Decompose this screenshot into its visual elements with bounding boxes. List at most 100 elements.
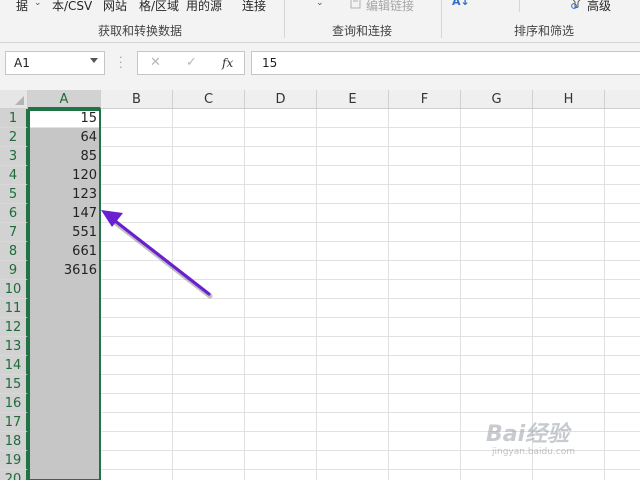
cell-d3[interactable] xyxy=(245,147,317,166)
cell-b15[interactable] xyxy=(101,375,173,394)
row-header-11[interactable]: 11 xyxy=(0,299,28,318)
from-table-range-button[interactable]: 格/区域 xyxy=(139,0,179,14)
cell-c20[interactable] xyxy=(173,470,245,480)
sort-az-icon[interactable]: A↓ xyxy=(452,0,470,8)
row-header-15[interactable]: 15 xyxy=(0,375,28,394)
cell-d16[interactable] xyxy=(245,394,317,413)
cell-f10[interactable] xyxy=(389,280,461,299)
cell-b16[interactable] xyxy=(101,394,173,413)
cell-a3[interactable]: 85 xyxy=(28,147,101,166)
cell-e20[interactable] xyxy=(317,470,389,480)
row-header-9[interactable]: 9 xyxy=(0,261,28,280)
cell-b17[interactable] xyxy=(101,413,173,432)
cell-b14[interactable] xyxy=(101,356,173,375)
cell-d15[interactable] xyxy=(245,375,317,394)
cell-d10[interactable] xyxy=(245,280,317,299)
cell-e13[interactable] xyxy=(317,337,389,356)
cell-b6[interactable] xyxy=(101,204,173,223)
column-header-c[interactable]: C xyxy=(173,90,245,109)
cell-e2[interactable] xyxy=(317,128,389,147)
cell-d6[interactable] xyxy=(245,204,317,223)
cell-d14[interactable] xyxy=(245,356,317,375)
cell-b9[interactable] xyxy=(101,261,173,280)
cell-f15[interactable] xyxy=(389,375,461,394)
cell-i6[interactable] xyxy=(605,204,640,223)
cell-e16[interactable] xyxy=(317,394,389,413)
cell-f5[interactable] xyxy=(389,185,461,204)
row-header-16[interactable]: 16 xyxy=(0,394,28,413)
cell-i20[interactable] xyxy=(605,470,640,480)
cell-a14[interactable] xyxy=(28,356,101,375)
row-header-3[interactable]: 3 xyxy=(0,147,28,166)
cell-f6[interactable] xyxy=(389,204,461,223)
cell-a12[interactable] xyxy=(28,318,101,337)
cell-b8[interactable] xyxy=(101,242,173,261)
cell-b13[interactable] xyxy=(101,337,173,356)
cell-c8[interactable] xyxy=(173,242,245,261)
cell-c15[interactable] xyxy=(173,375,245,394)
cell-b18[interactable] xyxy=(101,432,173,451)
row-header-10[interactable]: 10 xyxy=(0,280,28,299)
cell-c2[interactable] xyxy=(173,128,245,147)
cell-c7[interactable] xyxy=(173,223,245,242)
cell-b11[interactable] xyxy=(101,299,173,318)
cell-f7[interactable] xyxy=(389,223,461,242)
column-header-d[interactable]: D xyxy=(245,90,317,109)
cell-a1[interactable]: 15 xyxy=(28,109,101,128)
cell-a19[interactable] xyxy=(28,451,101,470)
cell-i1[interactable] xyxy=(605,109,640,128)
cell-c1[interactable] xyxy=(173,109,245,128)
cell-g10[interactable] xyxy=(461,280,533,299)
cell-e11[interactable] xyxy=(317,299,389,318)
enter-icon[interactable]: ✓ xyxy=(186,55,197,70)
cell-a20[interactable] xyxy=(28,470,101,480)
cell-g2[interactable] xyxy=(461,128,533,147)
cell-e9[interactable] xyxy=(317,261,389,280)
cell-g12[interactable] xyxy=(461,318,533,337)
cell-h13[interactable] xyxy=(533,337,605,356)
cell-c10[interactable] xyxy=(173,280,245,299)
chevron-down-icon[interactable]: ⌄ xyxy=(316,0,324,8)
cell-d9[interactable] xyxy=(245,261,317,280)
cell-d1[interactable] xyxy=(245,109,317,128)
cell-d17[interactable] xyxy=(245,413,317,432)
cell-d19[interactable] xyxy=(245,451,317,470)
cell-b4[interactable] xyxy=(101,166,173,185)
cell-f19[interactable] xyxy=(389,451,461,470)
cell-a6[interactable]: 147 xyxy=(28,204,101,223)
cell-e1[interactable] xyxy=(317,109,389,128)
cell-g9[interactable] xyxy=(461,261,533,280)
row-header-14[interactable]: 14 xyxy=(0,356,28,375)
from-web-button[interactable]: 网站 xyxy=(103,0,127,14)
cell-c17[interactable] xyxy=(173,413,245,432)
column-header-b[interactable]: B xyxy=(101,90,173,109)
cell-d5[interactable] xyxy=(245,185,317,204)
from-text-csv-button[interactable]: 本/CSV xyxy=(52,0,92,14)
cell-a10[interactable] xyxy=(28,280,101,299)
chevron-down-icon[interactable]: ⌄ xyxy=(34,0,42,8)
cell-b10[interactable] xyxy=(101,280,173,299)
column-header-h[interactable]: H xyxy=(533,90,605,109)
cell-e5[interactable] xyxy=(317,185,389,204)
row-header-6[interactable]: 6 xyxy=(0,204,28,223)
cell-h14[interactable] xyxy=(533,356,605,375)
cell-g13[interactable] xyxy=(461,337,533,356)
cell-c9[interactable] xyxy=(173,261,245,280)
cell-f11[interactable] xyxy=(389,299,461,318)
cell-d2[interactable] xyxy=(245,128,317,147)
cell-g4[interactable] xyxy=(461,166,533,185)
chevron-down-icon[interactable] xyxy=(90,58,98,63)
row-header-1[interactable]: 1 xyxy=(0,109,28,128)
row-header-17[interactable]: 17 xyxy=(0,413,28,432)
cell-a16[interactable] xyxy=(28,394,101,413)
cell-g20[interactable] xyxy=(461,470,533,480)
cell-d13[interactable] xyxy=(245,337,317,356)
cell-h20[interactable] xyxy=(533,470,605,480)
cell-f9[interactable] xyxy=(389,261,461,280)
cell-f4[interactable] xyxy=(389,166,461,185)
cell-i12[interactable] xyxy=(605,318,640,337)
cell-e3[interactable] xyxy=(317,147,389,166)
cell-i4[interactable] xyxy=(605,166,640,185)
cell-i9[interactable] xyxy=(605,261,640,280)
cell-g7[interactable] xyxy=(461,223,533,242)
